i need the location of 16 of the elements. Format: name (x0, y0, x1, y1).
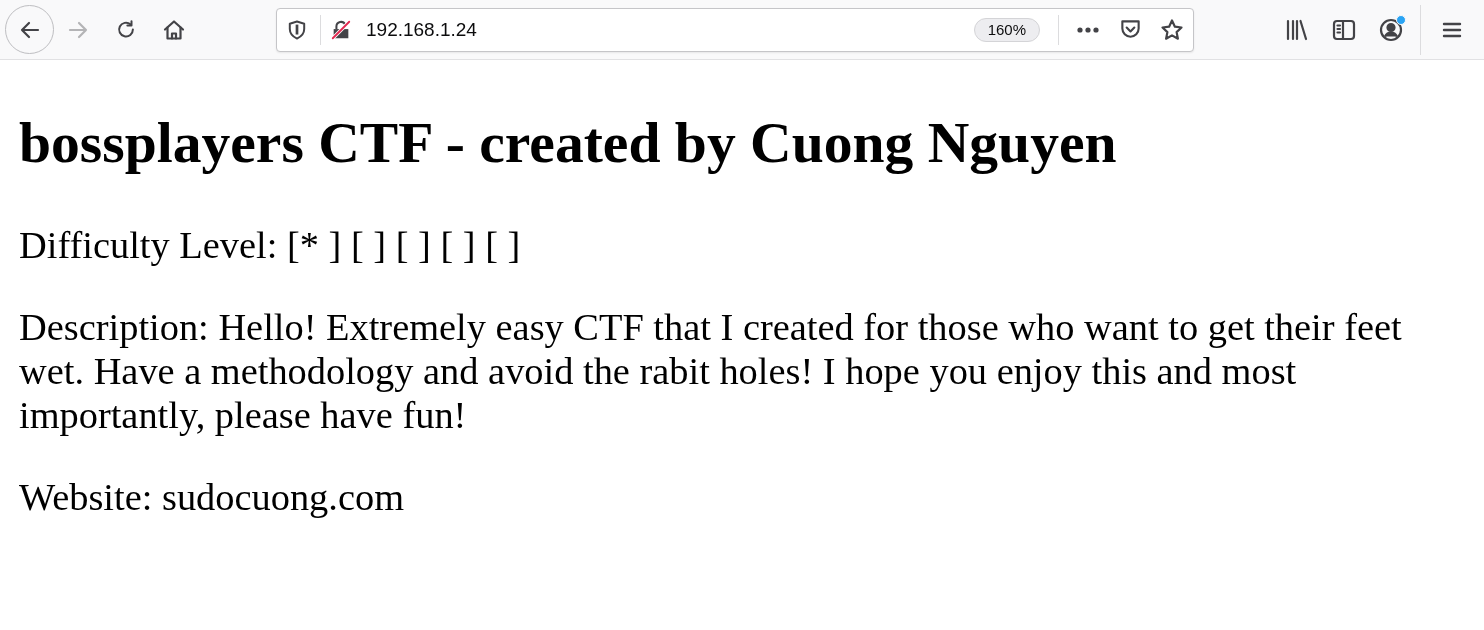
sidebar-icon (1331, 18, 1356, 41)
zoom-level-button[interactable]: 160% (973, 17, 1040, 42)
crossed-lock-icon (330, 18, 352, 41)
pocket-icon (1118, 18, 1142, 41)
page-heading: bossplayers CTF - created by Cuong Nguyen (19, 110, 1118, 176)
website-text: Website: sudocuong.com (19, 475, 405, 519)
url-field[interactable]: 192.168.1.24 (366, 17, 974, 42)
library-icon (1284, 18, 1309, 41)
ellipsis-icon (1077, 26, 1099, 33)
back-button[interactable] (5, 5, 54, 54)
menu-icon (1442, 20, 1462, 39)
difficulty-text: Difficulty Level: [* ] [ ] [ ] [ ] [ ] (19, 223, 522, 267)
description-text: Description: Hello! Extremely easy CTF that I created for those who want to get their feet wet. Have a methodology and avoid the rabit holes! I hope you enjoy this and most importantly, please have fun! (19, 305, 1403, 437)
user-avatar-icon (1378, 17, 1403, 42)
shield-icon (288, 19, 306, 40)
star-icon (1160, 17, 1184, 42)
